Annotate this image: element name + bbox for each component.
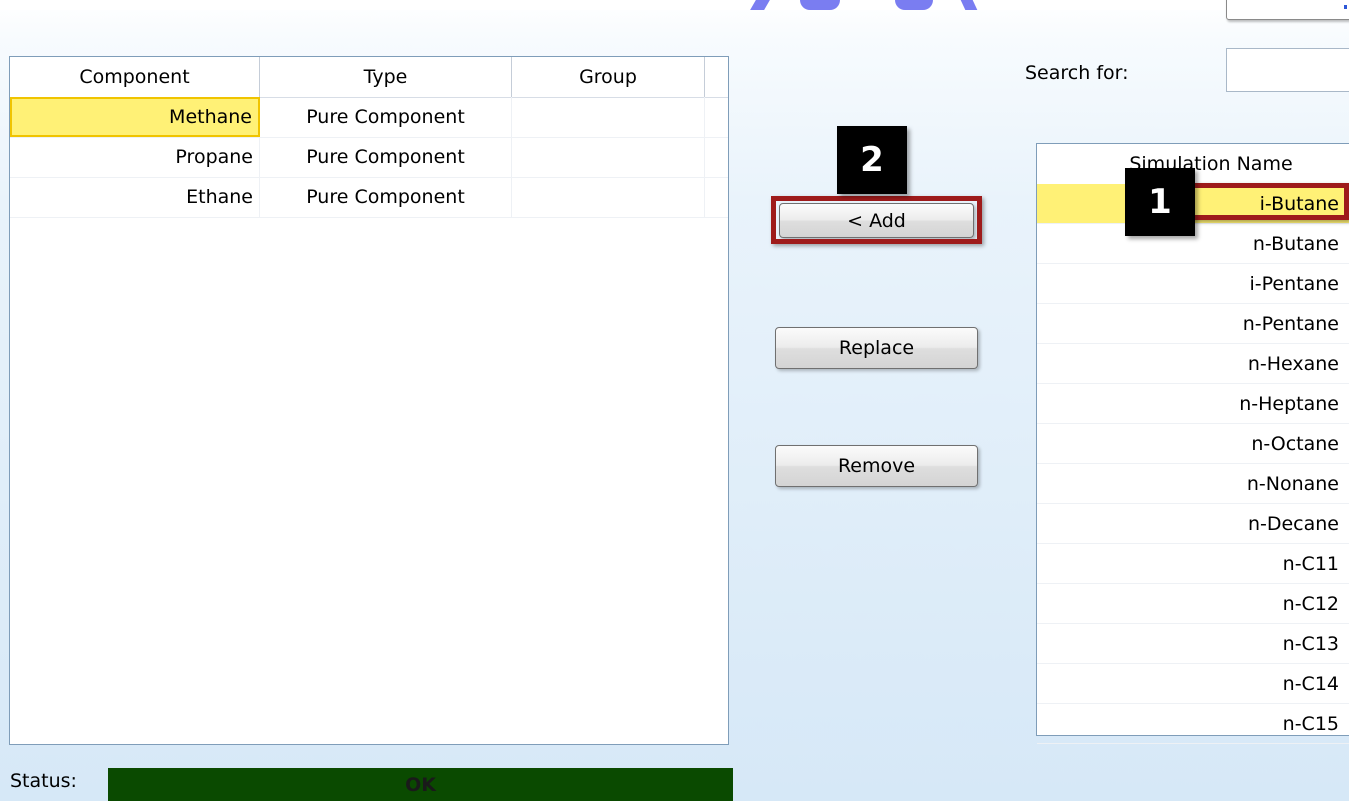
button-glyph-icon [1344,5,1347,9]
list-item[interactable]: n-C14 [1037,664,1349,704]
remove-button[interactable]: Remove [775,445,978,487]
column-header-group[interactable]: Group [512,57,705,97]
list-item[interactable]: n-C13 [1037,624,1349,664]
cell-component[interactable]: Ethane [10,177,260,217]
cell-type[interactable]: Pure Component [260,177,512,217]
grid-header: Component Type Group [10,57,728,98]
list-item[interactable]: n-Decane [1037,504,1349,544]
top-right-button[interactable] [1226,0,1349,20]
status-label: Status: [10,770,77,792]
callout-step-2: 2 [837,126,907,194]
replace-button[interactable]: Replace [775,327,978,369]
cell-component[interactable]: Propane [10,137,260,177]
column-header-spacer [705,57,728,97]
list-item[interactable]: i-Pentane [1037,264,1349,304]
add-button[interactable]: < Add [779,203,974,238]
cell-type[interactable]: Pure Component [260,137,512,177]
component-list-grid: Component Type Group Methane Pure Compon… [9,56,729,745]
watermark-shape [960,0,978,10]
list-item[interactable]: n-Hexane [1037,344,1349,384]
watermark-shape [750,0,770,10]
status-indicator: OK [108,768,733,801]
table-row[interactable]: Ethane Pure Component [10,177,728,218]
column-header-type[interactable]: Type [260,57,512,97]
list-item[interactable]: n-C11 [1037,544,1349,584]
list-item[interactable]: n-C15 [1037,704,1349,744]
cell-component[interactable]: Methane [10,97,260,137]
search-input[interactable] [1226,48,1349,92]
watermark-shape [895,0,933,10]
cell-group[interactable] [512,177,705,217]
list-item[interactable]: n-Pentane [1037,304,1349,344]
table-row[interactable]: Methane Pure Component [10,97,728,138]
list-item[interactable]: n-Heptane [1037,384,1349,424]
list-item[interactable]: n-C12 [1037,584,1349,624]
table-row[interactable]: Propane Pure Component [10,137,728,178]
list-item[interactable]: n-Octane [1037,424,1349,464]
top-band [0,0,1349,10]
cell-group[interactable] [512,97,705,137]
cell-type[interactable]: Pure Component [260,97,512,137]
list-item[interactable]: n-Nonane [1037,464,1349,504]
watermark-shape [800,0,840,10]
search-label: Search for: [1025,62,1129,84]
column-header-component[interactable]: Component [10,57,260,97]
callout-step-1: 1 [1125,168,1195,236]
cell-group[interactable] [512,137,705,177]
